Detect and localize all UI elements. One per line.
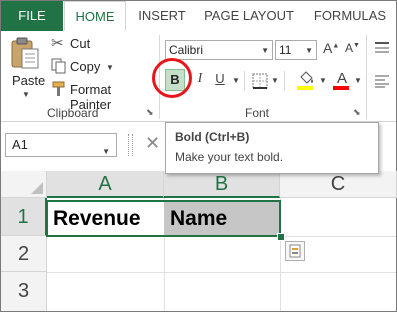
- fill-color-swatch: [297, 86, 313, 90]
- ribbon: Paste ▼ ✂ Cut Copy ▼ Format Painter Clip…: [1, 31, 396, 122]
- formula-bar-divider: [128, 134, 133, 156]
- paste-button[interactable]: Paste ▼: [5, 35, 46, 99]
- fill-color-dropdown-icon[interactable]: ▼: [319, 76, 327, 85]
- bold-tooltip: Bold (Ctrl+B) Make your text bold.: [165, 122, 379, 174]
- select-all-icon: [31, 182, 43, 194]
- decrease-font-size-icon[interactable]: A▼: [345, 41, 360, 55]
- paste-dropdown-icon[interactable]: ▼: [22, 90, 30, 99]
- font-separator: [244, 71, 245, 91]
- cancel-entry-icon[interactable]: ✕: [145, 133, 160, 154]
- tab-home[interactable]: HOME: [64, 1, 126, 31]
- copy-button[interactable]: Copy ▼: [51, 56, 114, 76]
- row-header-3[interactable]: 3: [1, 272, 47, 311]
- font-size-value: 11: [279, 43, 292, 57]
- paste-icon: [11, 37, 39, 69]
- underline-button[interactable]: U: [211, 71, 229, 91]
- font-name-value: Calibri: [169, 43, 204, 57]
- italic-label: I: [197, 71, 203, 86]
- clipboard-group-label: Clipboard: [47, 106, 99, 120]
- font-separator: [284, 71, 285, 91]
- cut-label: Cut: [70, 36, 91, 51]
- fill-handle[interactable]: [277, 233, 285, 241]
- row-header-1[interactable]: 1: [1, 198, 47, 236]
- tab-page-layout[interactable]: PAGE LAYOUT: [199, 1, 299, 31]
- ribbon-tab-bar: FILE HOME INSERT PAGE LAYOUT FORMULAS: [1, 1, 396, 32]
- group-separator: [366, 35, 367, 119]
- italic-button[interactable]: I: [191, 71, 209, 91]
- copy-dropdown-icon[interactable]: ▼: [106, 63, 114, 72]
- tooltip-title: Bold (Ctrl+B): [175, 130, 250, 144]
- font-color-button[interactable]: A: [333, 70, 351, 92]
- font-name-combo[interactable]: Calibri ▼: [165, 40, 273, 60]
- highlight-circle: [152, 58, 192, 98]
- tab-file[interactable]: FILE: [1, 1, 63, 31]
- fill-color-button[interactable]: [297, 70, 315, 92]
- align-top-icon[interactable]: [374, 41, 390, 55]
- borders-dropdown-icon[interactable]: ▼: [271, 76, 279, 85]
- name-box[interactable]: A1 ▼: [5, 133, 117, 157]
- scissors-icon: ✂: [51, 35, 64, 52]
- tooltip-description: Make your text bold.: [175, 150, 284, 164]
- gridline: [47, 272, 396, 273]
- font-group-label: Font: [245, 106, 270, 120]
- align-left-icon[interactable]: [374, 74, 390, 88]
- column-header-b[interactable]: B: [164, 171, 280, 198]
- format-painter-button[interactable]: Format Painter: [51, 79, 155, 112]
- name-box-value: A1: [12, 137, 28, 152]
- name-box-dropdown-icon[interactable]: ▼: [102, 141, 110, 163]
- selection-border: [46, 200, 281, 237]
- clipboard-dialog-launcher-icon[interactable]: ⬊: [146, 107, 154, 118]
- quick-analysis-button[interactable]: [285, 241, 305, 261]
- font-color-swatch: [333, 86, 349, 90]
- underline-dropdown-icon[interactable]: ▼: [232, 76, 240, 85]
- font-size-combo[interactable]: 11 ▼: [275, 40, 317, 60]
- borders-icon[interactable]: [252, 73, 268, 89]
- font-color-letter: A: [336, 70, 347, 87]
- paint-bucket-icon: [300, 71, 313, 84]
- font-name-dropdown-icon[interactable]: ▼: [261, 42, 269, 60]
- font-size-dropdown-icon[interactable]: ▼: [305, 42, 313, 60]
- column-header-a[interactable]: A: [47, 171, 164, 198]
- copy-icon: [51, 58, 66, 74]
- quick-analysis-icon: [289, 244, 301, 258]
- column-header-c[interactable]: C: [280, 171, 397, 198]
- tab-formulas[interactable]: FORMULAS: [305, 1, 395, 31]
- row-header-2[interactable]: 2: [1, 236, 47, 272]
- increase-font-size-icon[interactable]: A▲: [323, 40, 339, 56]
- paste-label: Paste: [12, 73, 46, 88]
- copy-label: Copy: [70, 59, 101, 74]
- font-color-dropdown-icon[interactable]: ▼: [354, 76, 362, 85]
- tab-insert[interactable]: INSERT: [127, 1, 197, 31]
- cut-button[interactable]: ✂ Cut: [51, 34, 111, 54]
- font-dialog-launcher-icon[interactable]: ⬊: [353, 107, 361, 118]
- select-all-corner[interactable]: [1, 171, 47, 198]
- format-painter-icon: [52, 81, 65, 96]
- underline-label: U: [215, 71, 225, 86]
